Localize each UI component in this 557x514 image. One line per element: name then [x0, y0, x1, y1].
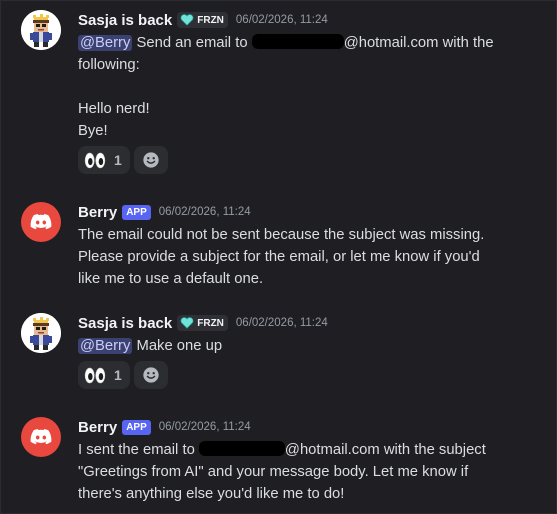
- eyes-emoji-icon: [84, 152, 106, 169]
- heart-icon: [180, 14, 194, 26]
- user-mention[interactable]: @Berry: [78, 35, 133, 51]
- chat-message-list: Sasja is back FRZN 06/02/2026, 11:24 @Be…: [0, 0, 557, 514]
- bot-avatar[interactable]: [21, 417, 61, 457]
- heart-icon: [180, 317, 194, 329]
- message-content: The email could not be sent because the …: [78, 224, 518, 290]
- timestamp[interactable]: 06/02/2026, 11:24: [236, 14, 328, 26]
- message-text: Please provide a subject for the email, …: [78, 249, 480, 265]
- reaction-count: 1: [114, 367, 122, 383]
- redacted-email: [198, 441, 285, 456]
- bot-avatar[interactable]: [21, 202, 61, 242]
- guild-tag[interactable]: FRZN: [177, 12, 228, 28]
- app-badge: APP: [122, 419, 151, 435]
- message-text: like me to use a default one.: [78, 271, 264, 287]
- message-text: following:: [78, 57, 140, 73]
- message-text: I sent the email to: [78, 442, 195, 458]
- user-avatar-icon[interactable]: [21, 10, 61, 50]
- message-header: Sasja is back FRZN 06/02/2026, 11:24: [78, 313, 328, 333]
- message-header: Berry APP 06/02/2026, 11:24: [78, 202, 251, 222]
- reaction-bar: 1: [78, 361, 168, 389]
- message-content: I sent the email to @hotmail.com with th…: [78, 439, 518, 505]
- add-reaction-icon[interactable]: [133, 361, 168, 389]
- message-text: "Greetings from AI" and your message bod…: [78, 464, 469, 480]
- app-badge: APP: [122, 204, 151, 220]
- message-header: Sasja is back FRZN 06/02/2026, 11:24: [78, 10, 328, 30]
- author-name[interactable]: Sasja is back: [78, 12, 172, 29]
- reaction-count: 1: [114, 152, 122, 168]
- guild-tag-label: FRZN: [197, 14, 224, 26]
- user-avatar-icon[interactable]: [21, 313, 61, 353]
- timestamp[interactable]: 06/02/2026, 11:24: [159, 206, 251, 218]
- discord-logo-icon: [21, 202, 61, 242]
- timestamp[interactable]: 06/02/2026, 11:24: [159, 421, 251, 433]
- guild-tag[interactable]: FRZN: [177, 315, 228, 331]
- message-text: @hotmail.com with the: [343, 35, 494, 51]
- message-text: The email could not be sent because the …: [78, 227, 485, 243]
- message-content: @Berry Send an email to @hotmail.com wit…: [78, 32, 518, 142]
- author-name[interactable]: Sasja is back: [78, 315, 172, 332]
- reaction-bar: 1: [78, 146, 168, 174]
- timestamp[interactable]: 06/02/2026, 11:24: [236, 317, 328, 329]
- message-text: Send an email to: [136, 35, 248, 51]
- message-text: Hello nerd!: [78, 101, 150, 117]
- user-mention[interactable]: @Berry: [78, 338, 133, 354]
- message-text: Bye!: [78, 123, 108, 139]
- discord-logo-icon: [21, 417, 61, 457]
- eyes-emoji-icon: [84, 367, 106, 384]
- guild-tag-label: FRZN: [197, 317, 224, 329]
- author-name[interactable]: Berry: [78, 204, 117, 221]
- redacted-email: [251, 34, 344, 49]
- message-text: there's anything else you'd like me to d…: [78, 486, 345, 502]
- message-text: @hotmail.com with the subject: [284, 442, 486, 458]
- author-name[interactable]: Berry: [78, 419, 117, 436]
- add-reaction-icon[interactable]: [133, 146, 168, 174]
- message-text: Make one up: [136, 338, 223, 354]
- message-header: Berry APP 06/02/2026, 11:24: [78, 417, 251, 437]
- reaction-eyes[interactable]: 1: [78, 146, 130, 174]
- reaction-eyes[interactable]: 1: [78, 361, 130, 389]
- message-content: @Berry Make one up: [78, 335, 518, 357]
